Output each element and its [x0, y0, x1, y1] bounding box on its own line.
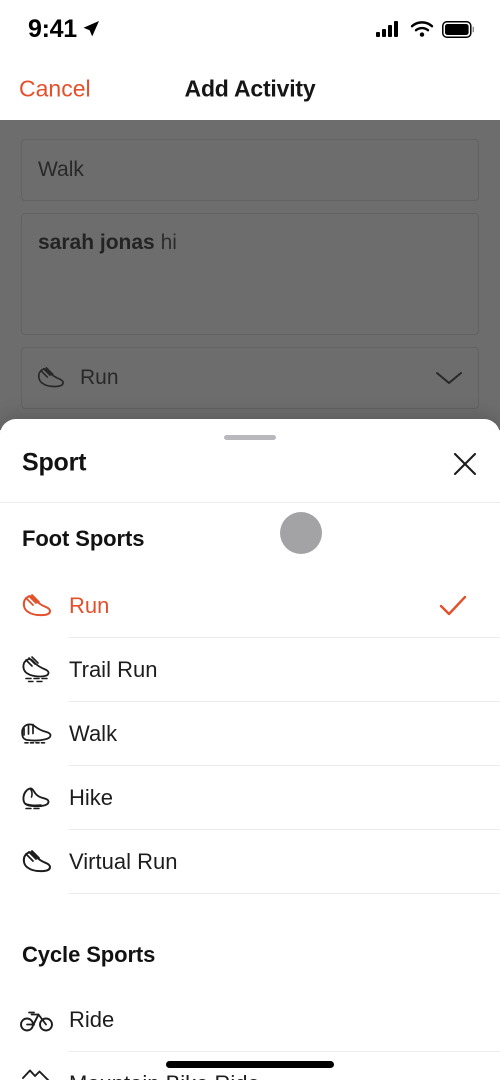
- sport-picker-sheet: Sport Foot Sports Run Trail Run Walk Hik…: [0, 419, 500, 1080]
- battery-full-icon: [442, 20, 474, 38]
- sport-list: Foot Sports Run Trail Run Walk Hike Virt…: [0, 504, 500, 1080]
- hiking-boot-icon: [20, 784, 60, 812]
- checkmark-icon: [438, 594, 468, 618]
- touch-indicator: [280, 512, 322, 554]
- trail-running-shoe-icon: [20, 655, 60, 685]
- sheet-header: Sport: [0, 419, 500, 503]
- sport-item-label: Virtual Run: [69, 849, 178, 874]
- modal-dim-overlay[interactable]: [0, 120, 500, 430]
- home-indicator: [166, 1061, 334, 1068]
- sport-item-label: Run: [69, 593, 110, 618]
- sport-item-label: Hike: [69, 785, 114, 810]
- status-time: 9:41: [28, 14, 77, 43]
- sport-item-label: Mountain Bike Ride: [69, 1071, 260, 1080]
- bicycle-icon: [20, 1007, 60, 1033]
- running-shoe-icon: [20, 592, 60, 620]
- sheet-title: Sport: [22, 448, 87, 477]
- sport-item-label: Trail Run: [69, 657, 158, 682]
- sport-item-trail-run[interactable]: Trail Run: [0, 638, 500, 702]
- sport-item-walk[interactable]: Walk: [0, 702, 500, 766]
- drag-handle[interactable]: [224, 435, 276, 440]
- location-arrow-icon: [83, 21, 99, 37]
- sport-item-run[interactable]: Run: [0, 574, 500, 638]
- navigation-bar: Cancel Add Activity: [0, 58, 500, 120]
- walking-shoe-icon: [20, 721, 60, 747]
- section-header-foot-sports: Foot Sports: [22, 526, 145, 551]
- mountain-bike-icon: [20, 1068, 60, 1080]
- status-bar-right: [376, 20, 474, 38]
- sport-item-label: Walk: [69, 721, 118, 746]
- page-title: Add Activity: [184, 75, 316, 102]
- sport-item-ride[interactable]: Ride: [0, 988, 500, 1052]
- sport-item-label: Ride: [69, 1007, 115, 1032]
- phone-screen: 9:41 Cancel Add Activity Sport Foot Spor…: [0, 0, 500, 1080]
- sport-item-hike[interactable]: Hike: [0, 766, 500, 830]
- section-header-cycle-sports: Cycle Sports: [22, 942, 156, 967]
- status-bar-left: 9:41: [28, 15, 100, 44]
- close-icon: [453, 452, 477, 476]
- close-button[interactable]: [445, 444, 485, 484]
- sport-item-virtual-run[interactable]: Virtual Run: [0, 830, 500, 894]
- cellular-signal-icon: [376, 21, 398, 37]
- status-bar: 9:41: [0, 0, 500, 58]
- wifi-icon: [410, 21, 434, 37]
- running-shoe-icon: [20, 848, 60, 876]
